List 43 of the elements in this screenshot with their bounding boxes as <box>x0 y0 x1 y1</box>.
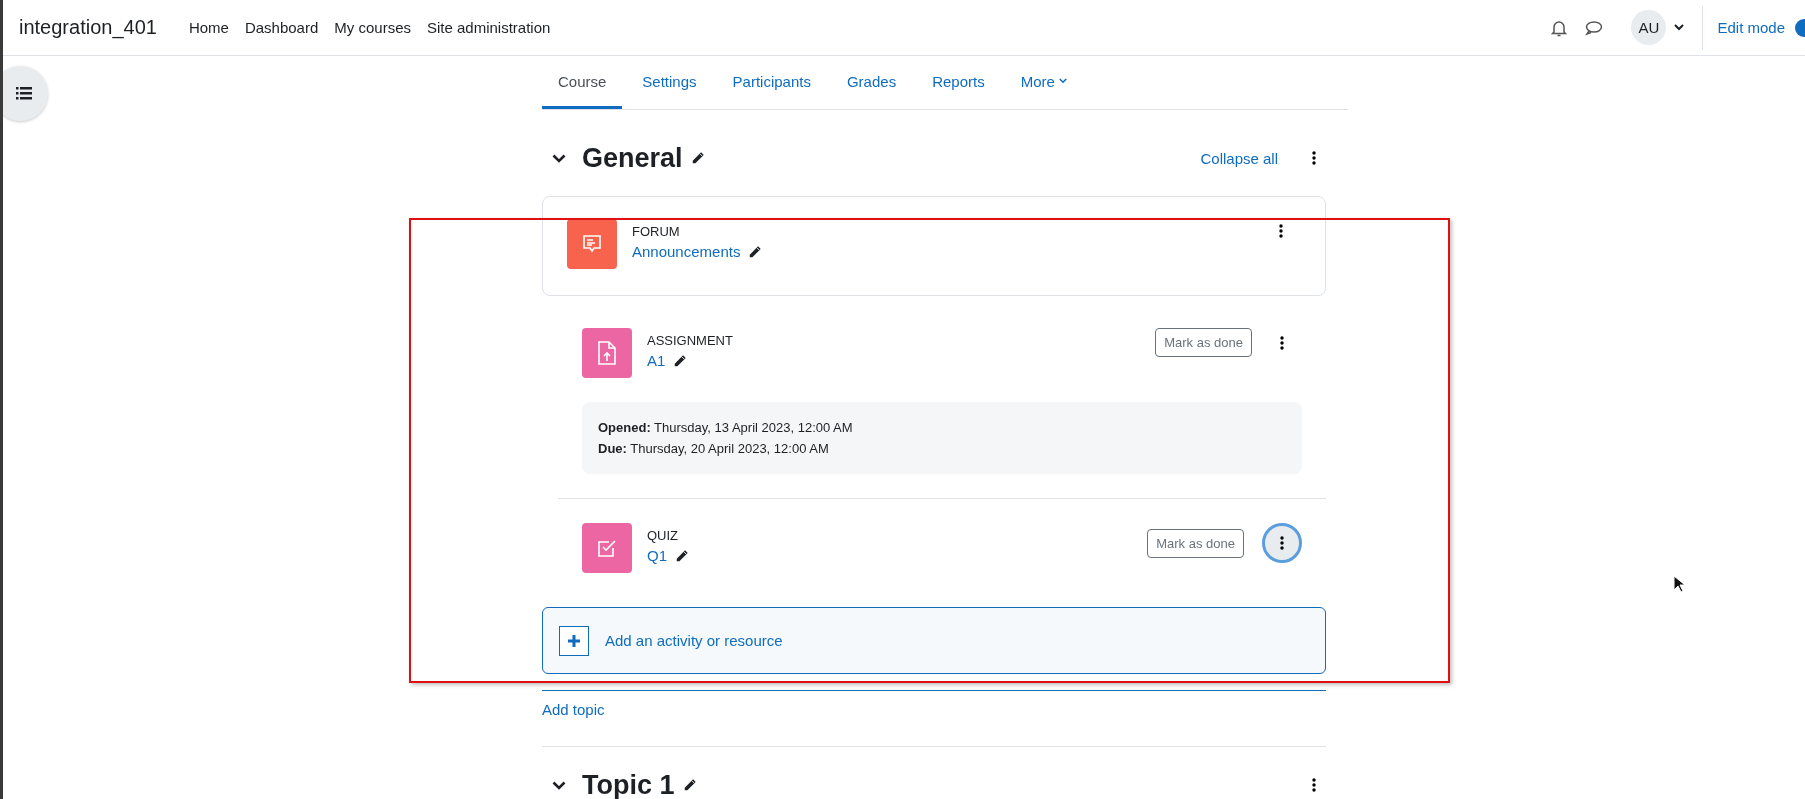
mouse-cursor-icon <box>1673 575 1685 593</box>
add-topic-link[interactable]: Add topic <box>542 701 605 718</box>
chevron-icon[interactable] <box>552 153 566 163</box>
activity-link[interactable]: A1 <box>647 352 666 369</box>
activity-link[interactable]: Q1 <box>647 547 667 564</box>
course-tab[interactable]: Reports <box>916 56 1001 109</box>
user-avatar[interactable]: AU <box>1631 10 1667 45</box>
nav-link[interactable]: Dashboard <box>244 19 319 36</box>
date-text: Due: Thursday, 20 April 2023, 12:00 AM <box>598 441 830 456</box>
course-tab[interactable]: Participants <box>716 56 827 109</box>
course-index-button[interactable] <box>3 66 48 121</box>
course-tab[interactable]: More <box>1004 56 1083 109</box>
activity-type: QUIZ <box>647 528 680 543</box>
activity-type: FORUM <box>632 224 681 239</box>
add-activity-button[interactable]: Add an activity or resource <box>542 607 1326 674</box>
pencil-icon[interactable] <box>673 353 688 368</box>
checkbox-icon <box>596 537 618 559</box>
list-icon <box>15 87 32 100</box>
edit-mode-label: Edit mode <box>1717 19 1785 36</box>
pencil-icon[interactable] <box>682 778 697 792</box>
plus-icon <box>559 625 589 656</box>
pencil-icon[interactable] <box>690 151 705 165</box>
mark-as-done-button[interactable]: Mark as done <box>1147 528 1244 558</box>
collapse-all-link[interactable]: Collapse all <box>1200 149 1278 167</box>
course-tab[interactable]: Course <box>542 56 623 109</box>
more-options-icon[interactable] <box>1262 523 1302 563</box>
file-upload-icon <box>596 340 618 366</box>
activity-link[interactable]: Announcements <box>632 243 741 260</box>
date-text: Opened: Thursday, 13 April 2023, 12:00 AM <box>598 420 854 435</box>
section-title: General <box>582 142 683 174</box>
chevron-icon[interactable] <box>552 780 566 790</box>
nav-link[interactable]: Home <box>188 19 229 36</box>
activity-type: ASSIGNMENT <box>647 333 734 348</box>
course-tab[interactable]: Settings <box>626 56 713 109</box>
caret-icon[interactable] <box>1674 24 1685 31</box>
pencil-icon[interactable] <box>675 548 689 563</box>
nav-link[interactable]: Site administration <box>427 19 551 36</box>
nav-link[interactable]: My courses <box>334 19 411 36</box>
course-tab[interactable]: Grades <box>830 56 913 109</box>
pencil-icon[interactable] <box>748 244 763 259</box>
site-name[interactable]: integration_401 <box>19 16 157 39</box>
section-title: Topic 1 <box>582 769 675 799</box>
mark-as-done-button[interactable]: Mark as done <box>1155 328 1252 357</box>
